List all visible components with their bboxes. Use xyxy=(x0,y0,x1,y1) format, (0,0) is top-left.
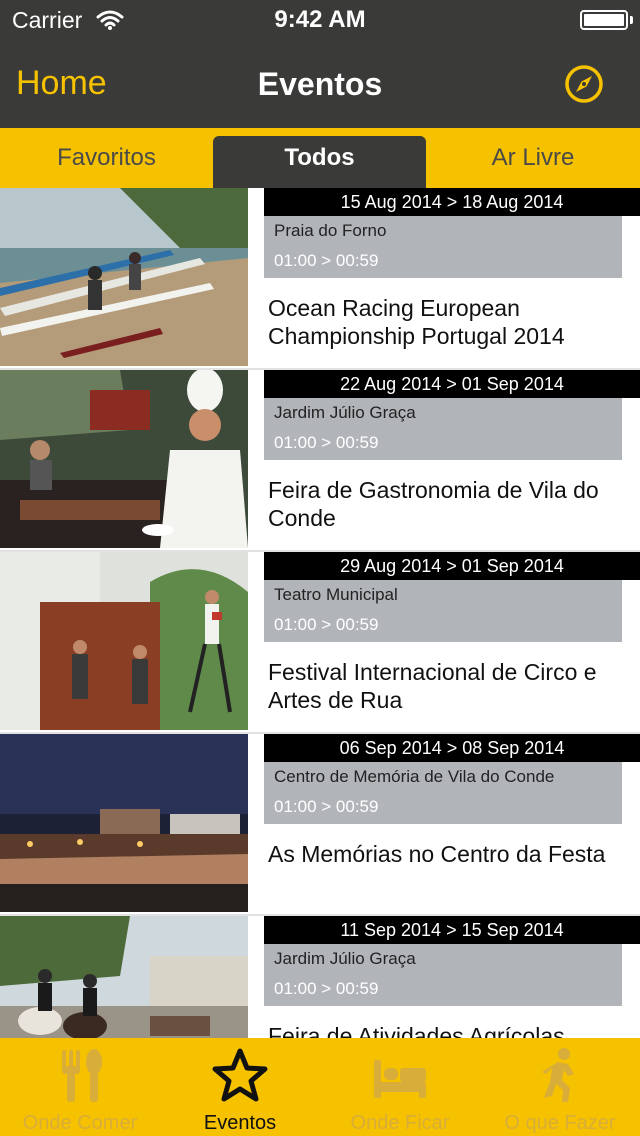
events-list[interactable]: 15 Aug 2014 > 18 Aug 2014 Praia do Forno… xyxy=(0,188,640,1038)
event-info-box: Centro de Memória de Vila do Conde 01:00… xyxy=(264,762,622,824)
event-photo-chef xyxy=(0,370,248,548)
event-date: 15 Aug 2014 > 18 Aug 2014 xyxy=(264,188,640,216)
battery-icon xyxy=(580,10,628,30)
event-row[interactable]: 29 Aug 2014 > 01 Sep 2014 Teatro Municip… xyxy=(0,552,640,734)
star-icon xyxy=(212,1048,268,1102)
tabbar-label: Onde Comer xyxy=(22,1112,138,1134)
event-place: Jardim Júlio Graça xyxy=(274,949,416,968)
event-place: Jardim Júlio Graça xyxy=(274,403,416,422)
tabbar-label: Onde Ficar xyxy=(350,1112,450,1134)
event-row[interactable]: 06 Sep 2014 > 08 Sep 2014 Centro de Memó… xyxy=(0,734,640,916)
event-date: 11 Sep 2014 > 15 Sep 2014 xyxy=(264,916,640,944)
status-bar: Carrier 9:42 AM xyxy=(0,0,640,40)
event-time: 01:00 > 00:59 xyxy=(274,251,379,270)
tab-ar-livre[interactable]: Ar Livre xyxy=(426,128,640,188)
event-info-box: Praia do Forno 01:00 > 00:59 xyxy=(264,216,622,278)
event-photo-performers xyxy=(0,552,248,730)
event-photo-night-crowd xyxy=(0,734,248,912)
event-title: Feira de Atividades Agrícolas xyxy=(268,1023,565,1038)
event-title: Feira de Gastronomia de Vila do Conde xyxy=(268,477,599,531)
tabbar-label: O que Fazer xyxy=(504,1112,616,1134)
tab-favoritos[interactable]: Favoritos xyxy=(0,128,213,188)
event-date: 06 Sep 2014 > 08 Sep 2014 xyxy=(264,734,640,762)
event-title: As Memórias no Centro da Festa xyxy=(268,841,606,867)
tabbar-item-onde-comer[interactable]: Onde Comer xyxy=(0,1038,160,1136)
page-title: Eventos xyxy=(257,66,383,102)
event-time: 01:00 > 00:59 xyxy=(274,797,379,816)
event-date: 22 Aug 2014 > 01 Sep 2014 xyxy=(264,370,640,398)
tabbar-item-eventos[interactable]: Eventos xyxy=(160,1038,320,1136)
event-time: 01:00 > 00:59 xyxy=(274,979,379,998)
bottom-tab-bar: Onde Comer Eventos Onde Ficar O que Faze… xyxy=(0,1038,640,1136)
tab-todos[interactable]: Todos xyxy=(213,136,426,188)
compass-icon[interactable] xyxy=(564,64,604,104)
tabbar-item-o-que-fazer[interactable]: O que Fazer xyxy=(480,1038,640,1136)
event-info-box: Jardim Júlio Graça 01:00 > 00:59 xyxy=(264,398,622,460)
status-time: 9:42 AM xyxy=(274,6,366,33)
event-date: 29 Aug 2014 > 01 Sep 2014 xyxy=(264,552,640,580)
battery-tip xyxy=(630,16,633,24)
event-info-box: Jardim Júlio Graça 01:00 > 00:59 xyxy=(264,944,622,1006)
navigation-header: Carrier 9:42 AM Home Eventos xyxy=(0,0,640,128)
event-title: Festival Internacional de Circo e Artes … xyxy=(268,659,597,713)
event-place: Centro de Memória de Vila do Conde xyxy=(274,767,555,786)
bed-icon xyxy=(374,1060,426,1098)
event-time: 01:00 > 00:59 xyxy=(274,615,379,634)
event-row[interactable]: 22 Aug 2014 > 01 Sep 2014 Jardim Júlio G… xyxy=(0,370,640,552)
running-person-icon xyxy=(542,1048,574,1102)
fork-spoon-icon xyxy=(62,1049,102,1102)
tabbar-item-onde-ficar[interactable]: Onde Ficar xyxy=(320,1038,480,1136)
event-photo-horse-parade xyxy=(0,916,248,1038)
event-row[interactable]: 11 Sep 2014 > 15 Sep 2014 Jardim Júlio G… xyxy=(0,916,640,1038)
event-place: Teatro Municipal xyxy=(274,585,398,604)
event-info-box: Teatro Municipal 01:00 > 00:59 xyxy=(264,580,622,642)
event-photo-kayaks xyxy=(0,188,248,366)
event-time: 01:00 > 00:59 xyxy=(274,433,379,452)
tabbar-label: Eventos xyxy=(203,1112,277,1134)
event-row[interactable]: 15 Aug 2014 > 18 Aug 2014 Praia do Forno… xyxy=(0,188,640,370)
segmented-control: Favoritos Todos Ar Livre xyxy=(0,128,640,188)
event-place: Praia do Forno xyxy=(274,221,387,240)
event-title: Ocean Racing European Championship Portu… xyxy=(268,295,565,349)
